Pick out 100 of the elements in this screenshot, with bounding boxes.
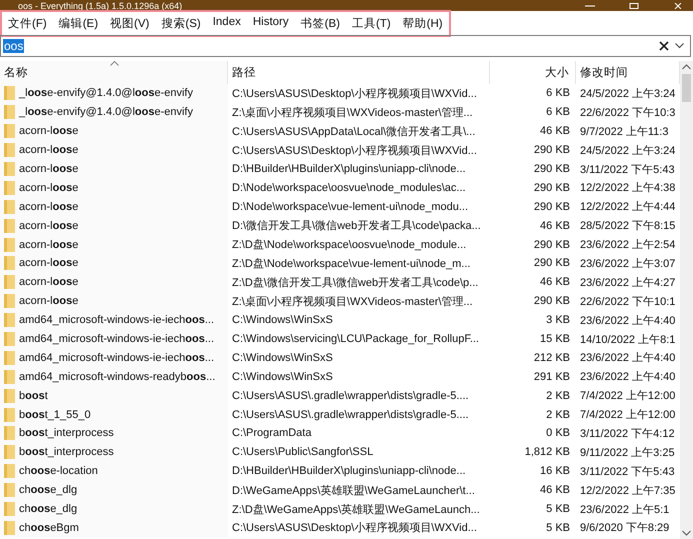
file-name: acorn-loose xyxy=(19,220,78,232)
folder-icon xyxy=(4,408,15,422)
file-name: choose_dlg xyxy=(19,484,78,496)
path-cell-text: Z:\桌面\小程序视频项目\WXVideos-master\管理... xyxy=(231,294,474,310)
folder-icon xyxy=(4,124,15,138)
size-cell-text: 290 KB xyxy=(532,294,571,310)
date-cell-text: 12/2/2022 上午4:44 xyxy=(579,200,676,216)
file-name: choose_dlg xyxy=(19,503,78,516)
folder-icon xyxy=(4,86,15,100)
size-cell-text: 291 KB xyxy=(532,370,571,385)
path-cell-text: D:\Node\workspace\vue-lement-ui\node_modu... xyxy=(231,200,470,215)
date-cell-text: 14/10/2022 上午8:1 xyxy=(579,332,676,348)
menu-item[interactable]: History xyxy=(252,16,289,30)
path-cell-text: Z:\D盘\微信开发工具\微信web开发者工具\code\p... xyxy=(231,276,480,291)
clear-icon[interactable] xyxy=(659,41,669,51)
file-name: acorn-loose xyxy=(19,163,78,175)
menu-item[interactable]: 编辑(E) xyxy=(58,16,98,30)
menu-item[interactable]: 搜索(S) xyxy=(161,16,201,30)
size-cell-text: 0 KB xyxy=(545,426,571,442)
size-cell-text: 46 KB xyxy=(539,124,571,140)
date-cell-text: 24/5/2022 上午3:24 xyxy=(579,144,676,159)
menu-item[interactable]: 文件(F) xyxy=(8,16,47,30)
date-cell-text: 12/2/2022 上午4:38 xyxy=(579,181,676,196)
minimize-icon[interactable] xyxy=(585,2,595,8)
menu-item[interactable]: 视图(V) xyxy=(110,16,150,30)
date-cell-text: 22/6/2022 下午10:1 xyxy=(579,294,676,310)
file-name: choose-location xyxy=(19,465,98,478)
date-cell-text: 23/6/2022 上午4:40 xyxy=(579,314,676,329)
date-cell-text: 3/11/2022 下午5:43 xyxy=(579,464,676,480)
size-cell-text: 2 KB xyxy=(545,408,571,423)
date-cell-text: 12/2/2022 上午7:35 xyxy=(579,484,676,499)
scrollbar[interactable] xyxy=(680,61,693,539)
path-cell-text: D:\HBuilder\HBuilderX\plugins\uniapp-cli\node... xyxy=(231,162,467,177)
file-name: boost_interprocess xyxy=(19,427,114,440)
path-cell-text: C:\Users\ASUS\Desktop\小程序视频项目\WXVid... xyxy=(231,86,478,102)
file-name: amd64_microsoft-windows-ie-iechoos... xyxy=(19,333,214,346)
file-name: _loose-envify@1.4.0@loose-envify xyxy=(19,87,193,100)
chevron-down-icon[interactable] xyxy=(675,43,684,49)
date-cell-text: 3/11/2022 下午4:12 xyxy=(579,426,676,442)
file-name: acorn-loose xyxy=(19,200,78,213)
folder-icon xyxy=(4,370,15,384)
folder-icon xyxy=(4,218,15,233)
menu-item[interactable]: 帮助(H) xyxy=(402,16,443,30)
sort-ascending-icon xyxy=(110,61,118,66)
folder-icon xyxy=(4,350,15,365)
scroll-thumb[interactable] xyxy=(682,74,691,102)
date-cell-text: 23/6/2022 上午4:40 xyxy=(579,370,676,386)
size-cell-text: 290 KB xyxy=(532,256,571,272)
path-cell-text: C:\Windows\WinSxS xyxy=(231,313,334,328)
file-name: acorn-loose xyxy=(19,238,78,251)
size-cell-text: 1,812 KB xyxy=(524,445,571,460)
date-cell-text: 3/11/2022 下午5:43 xyxy=(579,162,676,178)
menu-item[interactable]: Index xyxy=(212,16,241,30)
folder-icon xyxy=(4,464,15,478)
path-cell-text: D:\Node\workspace\oosvue\node_modules\ac... xyxy=(231,180,467,196)
path-cell-text: D:\WeGameApps\英雄联盟\WeGameLauncher\t... xyxy=(231,484,476,499)
column-header[interactable]: 大小 xyxy=(490,61,576,84)
file-name: acorn-loose xyxy=(19,295,78,308)
file-name: _loose-envify@1.4.0@loose-envify xyxy=(19,106,193,118)
size-cell-text: 15 KB xyxy=(539,332,571,348)
folder-icon xyxy=(4,388,15,403)
file-name: boost_1_55_0 xyxy=(19,408,91,421)
column-header[interactable]: 路径 xyxy=(228,61,490,84)
date-cell-text: 9/6/2020 下午8:29 xyxy=(579,521,670,536)
scroll-up-icon[interactable] xyxy=(682,64,691,70)
size-cell-text: 290 KB xyxy=(532,162,571,177)
folder-icon xyxy=(4,200,15,214)
size-cell-text: 3 KB xyxy=(545,313,571,328)
window-title: oos - Everything (1.5a) 1.5.0.1296a (x64) xyxy=(18,0,182,10)
path-cell-text: C:\Users\ASUS\.gradle\wrapper\dists\gradle-5.... xyxy=(231,408,470,423)
file-name: acorn-loose xyxy=(19,125,78,138)
folder-icon xyxy=(4,143,15,158)
search-field[interactable]: oos xyxy=(0,35,691,57)
menu-item[interactable]: 工具(T) xyxy=(352,16,391,30)
date-cell-text: 7/4/2022 上午12:00 xyxy=(579,408,676,424)
path-cell-text: C:\Windows\WinSxS xyxy=(231,350,334,366)
folder-icon xyxy=(4,483,15,498)
file-name: amd64_microsoft-windows-ie-iechoos... xyxy=(19,314,214,326)
path-cell-text: Z:\D盘\WeGameApps\英雄联盟\WeGameLaunch... xyxy=(231,502,481,518)
close-icon[interactable] xyxy=(673,2,683,8)
path-cell-text: C:\Windows\servicing\LCU\Package_for_RollupF... xyxy=(231,332,480,348)
folder-icon xyxy=(4,294,15,308)
scroll-down-icon[interactable] xyxy=(682,530,691,536)
file-name: boost_interprocess xyxy=(19,446,114,458)
date-cell-text: 28/5/2022 下午8:15 xyxy=(579,219,676,234)
file-name: amd64_microsoft-windows-readyboos... xyxy=(19,370,216,383)
folder-icon xyxy=(4,313,15,328)
date-cell-text: 9/11/2022 上午3:25 xyxy=(579,446,676,461)
menu-item[interactable]: 书签(B) xyxy=(300,16,340,30)
path-cell-text: C:\Users\ASUS\Desktop\小程序视频项目\WXVid... xyxy=(231,144,478,159)
date-cell-text: 9/7/2022 上午11:3 xyxy=(579,124,670,140)
maximize-icon[interactable] xyxy=(629,2,639,8)
size-cell-text: 46 KB xyxy=(539,483,571,498)
size-cell-text: 6 KB xyxy=(545,86,571,102)
folder-icon xyxy=(4,275,15,290)
file-name: acorn-loose xyxy=(19,257,78,270)
size-cell-text: 290 KB xyxy=(532,200,571,215)
size-cell-text: 212 KB xyxy=(532,350,571,366)
path-cell-text: D:\HBuilder\HBuilderX\plugins\uniapp-cli\node... xyxy=(231,464,467,480)
column-header[interactable]: 名称 xyxy=(0,61,228,84)
